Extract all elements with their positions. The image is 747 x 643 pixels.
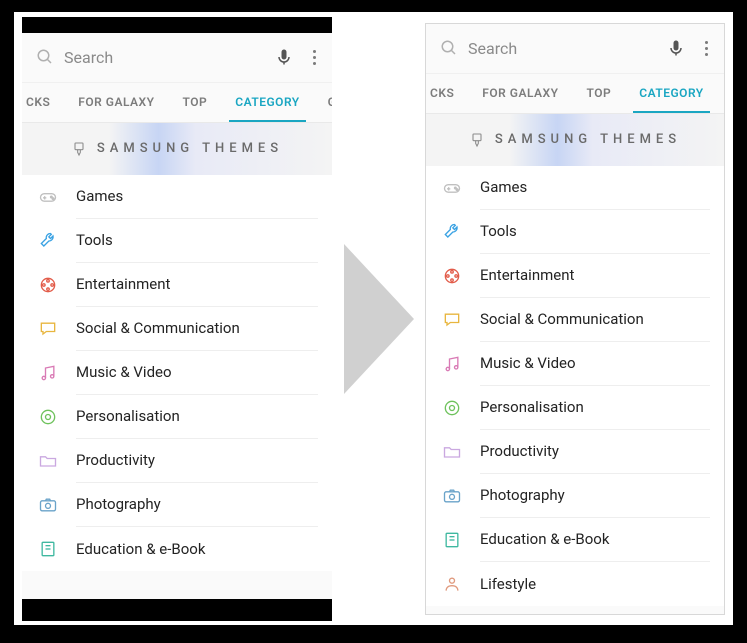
search-placeholder: Search xyxy=(64,48,264,67)
comparison-frame: Search CKS FOR GALAXY TOP CATEGORY GEAR … xyxy=(14,12,733,625)
category-social[interactable]: Social & Communication xyxy=(22,307,332,351)
category-label: Photography xyxy=(480,474,710,518)
search-placeholder: Search xyxy=(468,39,656,58)
mic-icon[interactable] xyxy=(666,38,686,58)
tab-pks[interactable]: CKS xyxy=(26,83,64,122)
category-label: Social & Communication xyxy=(76,307,318,351)
themes-banner[interactable]: SAMSUNG THEMES xyxy=(22,123,332,175)
category-label: Photography xyxy=(76,483,318,527)
category-photography[interactable]: Photography xyxy=(426,474,724,518)
tab-gear[interactable]: GEAR xyxy=(314,83,332,122)
transition-arrow-icon xyxy=(334,234,424,404)
tab-for-galaxy[interactable]: FOR GALAXY xyxy=(468,74,572,113)
tab-for-galaxy[interactable]: FOR GALAXY xyxy=(64,83,168,122)
category-photography[interactable]: Photography xyxy=(22,483,332,527)
themes-banner[interactable]: SAMSUNG THEMES xyxy=(426,114,724,166)
gamepad-icon xyxy=(442,178,462,198)
tabs-bar: CKS FOR GALAXY TOP CATEGORY GEAR xyxy=(22,83,332,123)
category-social[interactable]: Social & Communication xyxy=(426,298,724,342)
wrench-icon xyxy=(442,222,462,242)
category-label: Music & Video xyxy=(480,342,710,386)
chat-icon xyxy=(38,319,58,339)
tab-category[interactable]: CATEGORY xyxy=(221,83,313,122)
overflow-menu-icon[interactable] xyxy=(696,37,716,60)
overflow-menu-icon[interactable] xyxy=(304,46,324,69)
category-productivity[interactable]: Productivity xyxy=(426,430,724,474)
category-games[interactable]: Games xyxy=(22,175,332,219)
mic-icon[interactable] xyxy=(274,47,294,67)
category-label: Productivity xyxy=(480,430,710,474)
category-label: Music & Video xyxy=(76,351,318,395)
category-productivity[interactable]: Productivity xyxy=(22,439,332,483)
search-icon xyxy=(440,39,458,57)
screen-after: Search CKS FOR GALAXY TOP CATEGORY GEAR … xyxy=(426,24,724,614)
category-education[interactable]: Education & e-Book xyxy=(22,527,332,571)
category-entertainment[interactable]: Entertainment xyxy=(426,254,724,298)
tabs-bar: CKS FOR GALAXY TOP CATEGORY GEAR xyxy=(426,74,724,114)
film-icon xyxy=(38,275,58,295)
category-label: Games xyxy=(480,166,710,210)
category-label: Social & Communication xyxy=(480,298,710,342)
tab-top[interactable]: TOP xyxy=(573,74,626,113)
search-bar[interactable]: Search xyxy=(426,24,724,74)
music-note-icon xyxy=(442,354,462,374)
category-label: Tools xyxy=(480,210,710,254)
paintbrush-icon xyxy=(469,132,485,148)
folder-icon xyxy=(38,451,58,471)
category-label: Entertainment xyxy=(480,254,710,298)
palette-icon xyxy=(38,407,58,427)
film-icon xyxy=(442,266,462,286)
category-lifestyle[interactable]: Lifestyle xyxy=(426,562,724,606)
category-personalisation[interactable]: Personalisation xyxy=(22,395,332,439)
category-label: Personalisation xyxy=(76,395,318,439)
music-note-icon xyxy=(38,363,58,383)
category-education[interactable]: Education & e-Book xyxy=(426,518,724,562)
phone-before: Search CKS FOR GALAXY TOP CATEGORY GEAR … xyxy=(22,17,332,621)
category-list: Games Tools Entertainment Social & Commu… xyxy=(22,175,332,571)
category-music[interactable]: Music & Video xyxy=(426,342,724,386)
category-label: Education & e-Book xyxy=(480,518,710,562)
phone-after: Search CKS FOR GALAXY TOP CATEGORY GEAR … xyxy=(425,23,725,615)
person-icon xyxy=(442,574,462,594)
camera-icon xyxy=(38,495,58,515)
category-tools[interactable]: Tools xyxy=(426,210,724,254)
chat-icon xyxy=(442,310,462,330)
search-icon xyxy=(36,48,54,66)
category-tools[interactable]: Tools xyxy=(22,219,332,263)
paintbrush-icon xyxy=(71,141,87,157)
wrench-icon xyxy=(38,231,58,251)
category-entertainment[interactable]: Entertainment xyxy=(22,263,332,307)
tab-gear[interactable]: GEAR xyxy=(718,74,724,113)
banner-title: SAMSUNG THEMES xyxy=(495,132,681,147)
book-icon xyxy=(38,539,58,559)
screen-before: Search CKS FOR GALAXY TOP CATEGORY GEAR … xyxy=(22,33,332,599)
category-list: Games Tools Entertainment Social & Commu… xyxy=(426,166,724,606)
tab-category[interactable]: CATEGORY xyxy=(625,74,717,113)
palette-icon xyxy=(442,398,462,418)
search-bar[interactable]: Search xyxy=(22,33,332,83)
category-label: Tools xyxy=(76,219,318,263)
category-music[interactable]: Music & Video xyxy=(22,351,332,395)
category-label: Entertainment xyxy=(76,263,318,307)
category-label: Education & e-Book xyxy=(76,527,318,571)
category-label: Personalisation xyxy=(480,386,710,430)
tab-pks[interactable]: CKS xyxy=(430,74,468,113)
category-label: Games xyxy=(76,175,318,219)
banner-title: SAMSUNG THEMES xyxy=(97,141,283,156)
category-label: Lifestyle xyxy=(480,562,710,606)
book-icon xyxy=(442,530,462,550)
gamepad-icon xyxy=(38,187,58,207)
category-personalisation[interactable]: Personalisation xyxy=(426,386,724,430)
folder-icon xyxy=(442,442,462,462)
camera-icon xyxy=(442,486,462,506)
tab-top[interactable]: TOP xyxy=(169,83,222,122)
category-games[interactable]: Games xyxy=(426,166,724,210)
category-label: Productivity xyxy=(76,439,318,483)
